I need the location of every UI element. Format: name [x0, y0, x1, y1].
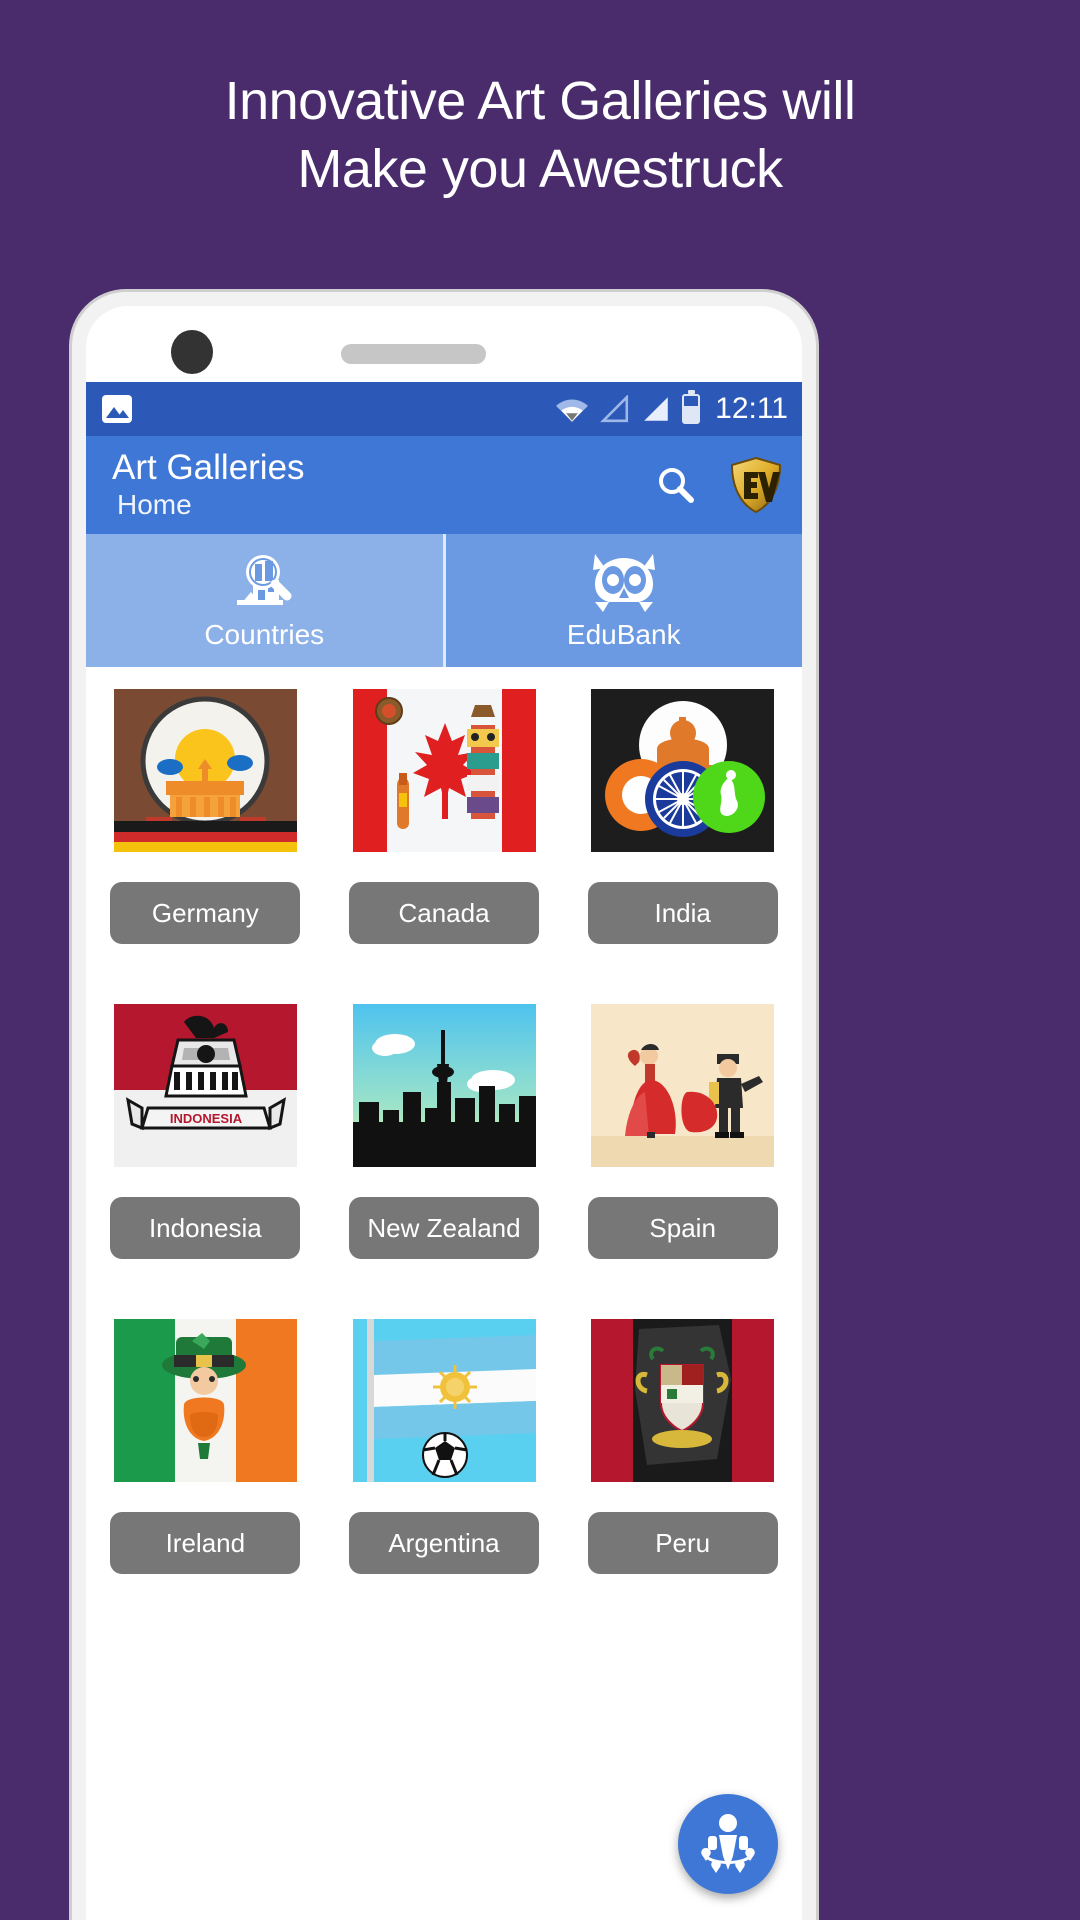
auckland-skyline-thumbnail[interactable]: [352, 1004, 536, 1167]
country-label-indonesia[interactable]: Indonesia: [110, 1197, 301, 1259]
status-bar-indicators: 12:11: [555, 390, 788, 426]
phone-mockup: 12:11 Art Galleries Home Countries EduBa…: [72, 292, 816, 1920]
building-magnifier-icon: [227, 550, 301, 612]
front-camera-icon: [171, 330, 213, 374]
country-label-canada[interactable]: Canada: [349, 882, 539, 944]
tab-edubank[interactable]: EduBank: [445, 534, 802, 667]
tab-countries[interactable]: Countries: [86, 534, 443, 667]
promo-headline-line1: Innovative Art Galleries will: [224, 71, 856, 131]
country-label-peru[interactable]: Peru: [587, 1512, 778, 1574]
indonesia-garuda-emblem-thumbnail[interactable]: INDONESIA: [113, 1004, 297, 1167]
country-label-spain[interactable]: Spain: [587, 1197, 778, 1259]
tab-countries-label: Countries: [204, 619, 325, 650]
grid-row-spacer: [86, 944, 802, 982]
country-card-new-zealand[interactable]: New Zealand: [325, 982, 564, 1259]
search-icon[interactable]: [654, 463, 698, 507]
country-grid-row: Germany Canada India: [86, 667, 802, 944]
app-bar-actions: [654, 456, 784, 514]
tab-bar: Countries EduBank: [86, 534, 802, 667]
country-grid-row: INDONESIA Indonesia New Zealand Spain: [86, 982, 802, 1259]
page-title: Art Galleries: [112, 447, 305, 487]
signal-full-icon: [644, 397, 668, 421]
country-card-ireland[interactable]: Ireland: [86, 1297, 325, 1574]
status-bar-notifications: [102, 395, 132, 423]
earpiece-speaker: [341, 344, 486, 364]
app-bar-titles: Art Galleries Home: [112, 447, 305, 521]
country-card-argentina[interactable]: Argentina: [325, 1297, 564, 1574]
country-card-spain[interactable]: Spain: [563, 982, 802, 1259]
battery-icon: [682, 390, 701, 424]
country-grid-row: Ireland Argentina Peru: [86, 1297, 802, 1574]
phone-screen-frame: 12:11 Art Galleries Home Countries EduBa…: [86, 306, 802, 1920]
status-bar: 12:11: [86, 382, 802, 436]
brandenburg-gate-thumbnail[interactable]: [113, 689, 297, 852]
signal-empty-icon: [600, 395, 629, 423]
image-icon: [102, 395, 132, 423]
app-bar: Art Galleries Home: [86, 436, 802, 534]
peru-flag-emblem-thumbnail[interactable]: [591, 1319, 775, 1482]
flamenco-matador-thumbnail[interactable]: [591, 1004, 775, 1167]
page-subtitle: Home: [117, 489, 192, 521]
country-card-peru[interactable]: Peru: [563, 1297, 802, 1574]
country-label-india[interactable]: India: [587, 882, 778, 944]
country-grid: Germany Canada India INDONESIA Indonesia…: [86, 667, 802, 1574]
country-label-ireland[interactable]: Ireland: [110, 1512, 301, 1574]
people-locations-fab[interactable]: [678, 1794, 778, 1894]
owl-icon: [585, 550, 663, 612]
argentina-flag-football-thumbnail[interactable]: [352, 1319, 536, 1482]
promo-headline: Innovative Art Galleries will Make you A…: [0, 68, 1080, 203]
wifi-icon: [556, 399, 589, 422]
ireland-flag-leprechaun-thumbnail[interactable]: [113, 1319, 297, 1482]
country-label-new-zealand[interactable]: New Zealand: [349, 1197, 539, 1259]
country-card-india[interactable]: India: [563, 667, 802, 944]
people-locations-icon: [701, 1814, 755, 1873]
india-taj-mahal-chakra-thumbnail[interactable]: [591, 689, 775, 852]
tab-edubank-label: EduBank: [566, 619, 681, 650]
country-card-indonesia[interactable]: INDONESIA Indonesia: [86, 982, 325, 1259]
canada-flag-maple-totem-thumbnail[interactable]: [352, 689, 536, 852]
svg-text:INDONESIA: INDONESIA: [170, 1111, 243, 1126]
country-card-germany[interactable]: Germany: [86, 667, 325, 944]
promo-headline-line2: Make you Awestruck: [297, 138, 783, 199]
phone-top-bezel: [86, 306, 802, 382]
status-bar-clock: 12:11: [715, 392, 788, 425]
country-label-germany[interactable]: Germany: [110, 882, 301, 944]
grid-row-spacer: [86, 1259, 802, 1297]
country-card-canada[interactable]: Canada: [325, 667, 564, 944]
ev-shield-logo[interactable]: [728, 456, 784, 514]
app-screen: 12:11 Art Galleries Home Countries EduBa…: [86, 382, 802, 1920]
country-label-argentina[interactable]: Argentina: [349, 1512, 539, 1574]
